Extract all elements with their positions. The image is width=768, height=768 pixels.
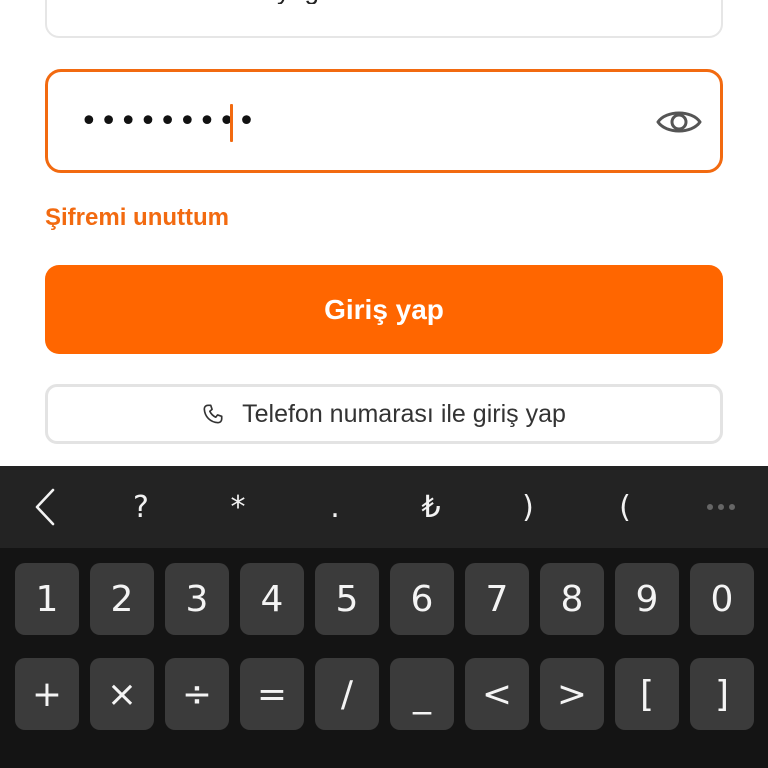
keyboard-more-button[interactable] [686, 466, 756, 548]
phone-login-button[interactable]: Telefon numarası ile giriş yap [45, 384, 723, 444]
toolbar-key[interactable]: ) [493, 466, 563, 548]
chevron-left-icon [35, 488, 55, 526]
key[interactable]: ] [690, 658, 754, 730]
phone-icon [202, 403, 224, 425]
keyboard-back-button[interactable] [10, 466, 80, 548]
key[interactable]: > [540, 658, 604, 730]
key[interactable]: 2 [90, 563, 154, 635]
key[interactable]: 7 [465, 563, 529, 635]
key[interactable]: [ [615, 658, 679, 730]
key[interactable]: 5 [315, 563, 379, 635]
keyboard-keys: 1 2 3 4 5 6 7 8 9 0 + × ÷ = / _ < > [ ] [0, 548, 768, 768]
key[interactable]: 4 [240, 563, 304, 635]
keyboard: ? * . ₺ ) ( 1 2 3 4 5 6 7 8 9 0 + × ÷ = … [0, 466, 768, 768]
password-field[interactable]: ••••••••• [45, 69, 723, 173]
key[interactable]: 8 [540, 563, 604, 635]
toolbar-key[interactable]: ( [590, 466, 660, 548]
eye-icon [656, 111, 702, 133]
key[interactable]: 3 [165, 563, 229, 635]
key[interactable]: = [240, 658, 304, 730]
toolbar-key[interactable]: * [203, 466, 273, 548]
key[interactable]: 0 [690, 563, 754, 635]
toolbar-key[interactable]: ₺ [396, 466, 466, 548]
username-field-text: yng [277, 0, 337, 4]
login-button[interactable]: Giriş yap [45, 265, 723, 354]
keyboard-toolbar: ? * . ₺ ) ( [0, 466, 768, 548]
toolbar-key[interactable]: . [300, 466, 370, 548]
key[interactable]: _ [390, 658, 454, 730]
text-cursor [230, 104, 233, 142]
key[interactable]: × [90, 658, 154, 730]
phone-login-label: Telefon numarası ile giriş yap [242, 399, 566, 428]
login-screen: yng ••••••••• Şifremi unuttum Giriş yap … [0, 0, 768, 768]
show-password-button[interactable] [654, 102, 704, 142]
key[interactable]: ÷ [165, 658, 229, 730]
forgot-password-link[interactable]: Şifremi unuttum [45, 204, 229, 232]
key[interactable]: 9 [615, 563, 679, 635]
key[interactable]: 6 [390, 563, 454, 635]
key[interactable]: < [465, 658, 529, 730]
more-icon [707, 504, 735, 510]
toolbar-key[interactable]: ? [106, 466, 176, 548]
key[interactable]: / [315, 658, 379, 730]
key[interactable]: + [15, 658, 79, 730]
key[interactable]: 1 [15, 563, 79, 635]
username-field[interactable]: yng [45, 0, 723, 38]
